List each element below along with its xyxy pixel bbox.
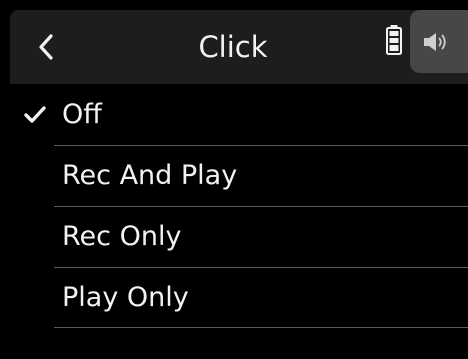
battery-icon <box>386 25 402 55</box>
menu-item-rec-only[interactable]: Rec Only <box>10 206 468 267</box>
checkmark-icon <box>24 106 46 123</box>
speaker-icon <box>424 33 446 51</box>
menu-item-label: Off <box>62 99 102 130</box>
click-options-list: Off Rec And Play Rec Only Play Only <box>10 84 468 328</box>
speaker-button[interactable] <box>410 10 468 73</box>
menu-item-label: Rec And Play <box>62 160 238 191</box>
menu-item-label: Rec Only <box>62 221 182 252</box>
menu-item-rec-and-play[interactable]: Rec And Play <box>10 145 468 206</box>
page-title: Click <box>198 30 268 64</box>
menu-item-label: Play Only <box>62 282 189 313</box>
click-settings-screen: Click Off Rec And Play Rec Only Play Onl… <box>0 0 468 359</box>
menu-item-play-only[interactable]: Play Only <box>10 267 468 328</box>
chevron-left-icon <box>39 34 53 60</box>
menu-item-off[interactable]: Off <box>10 84 468 145</box>
back-button[interactable] <box>32 32 62 62</box>
header-bar: Click <box>10 10 468 84</box>
